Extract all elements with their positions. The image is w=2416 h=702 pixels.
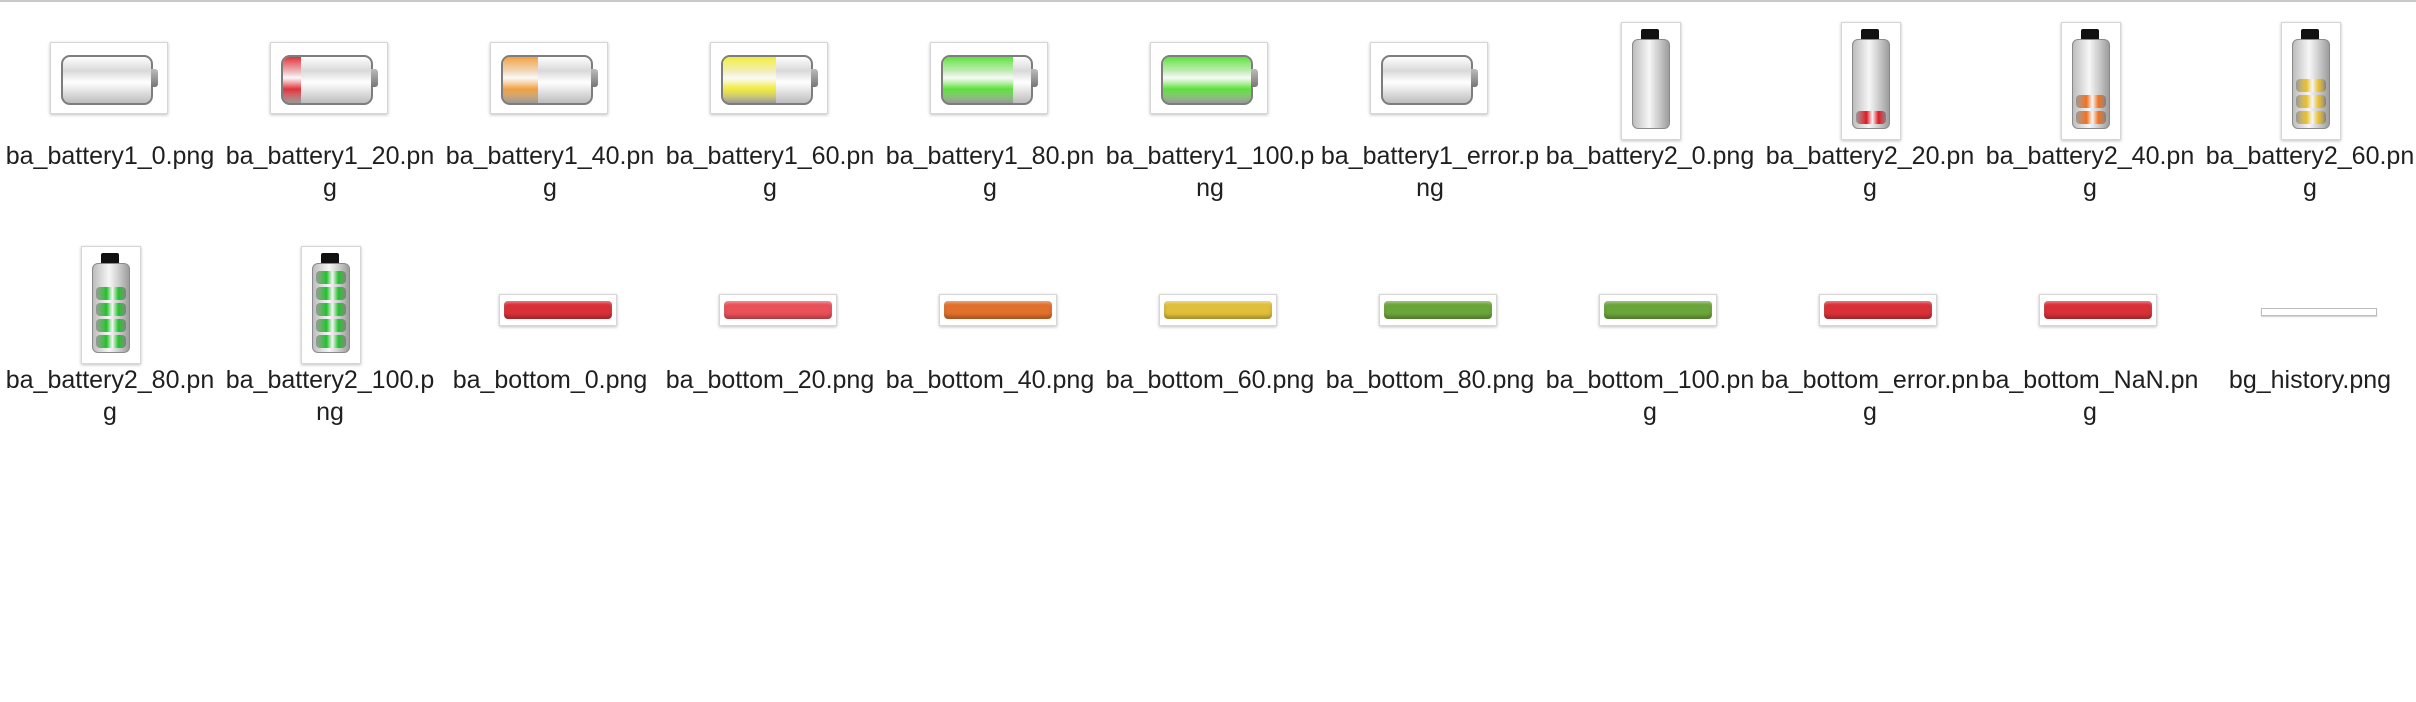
file-name-label: ba_battery1_60.png	[665, 142, 875, 202]
file-item[interactable]: ba_bottom_NaN.png	[1980, 224, 2200, 444]
file-name-label: ba_bottom_100.png	[1545, 366, 1755, 426]
file-name-label: ba_battery1_40.png	[445, 142, 655, 202]
file-name-label: ba_bottom_60.png	[1105, 366, 1315, 394]
status-bar-icon	[1159, 294, 1277, 326]
file-item[interactable]: ba_bottom_100.png	[1540, 224, 1760, 444]
file-thumbnail-area	[220, 224, 440, 364]
battery-horizontal-icon	[490, 42, 608, 114]
file-item[interactable]: ba_bottom_20.png	[660, 224, 880, 444]
file-thumbnail-area	[2200, 224, 2416, 364]
file-name-label: ba_bottom_error.png	[1760, 366, 1980, 426]
file-thumbnail-area	[1540, 224, 1760, 364]
file-name-label: ba_battery2_100.png	[225, 366, 435, 426]
battery-vertical-icon	[2061, 22, 2121, 140]
file-name-label: ba_battery2_0.png	[1545, 142, 1755, 170]
file-thumbnail-area	[660, 224, 880, 364]
file-name-label: ba_bottom_20.png	[665, 366, 875, 394]
file-thumbnail-area	[0, 0, 220, 140]
file-thumbnail-area	[880, 224, 1100, 364]
file-name-label: ba_battery1_0.png	[5, 142, 215, 170]
file-item[interactable]: ba_battery1_80.png	[880, 0, 1100, 220]
file-name-label: ba_battery2_60.png	[2205, 142, 2415, 202]
status-bar-icon	[939, 294, 1057, 326]
file-thumbnail-area	[1540, 0, 1760, 140]
file-item[interactable]: ba_battery2_0.png	[1540, 0, 1760, 220]
file-thumbnail-area	[2200, 0, 2416, 140]
file-name-label: ba_battery1_80.png	[885, 142, 1095, 202]
file-thumbnail-area	[1760, 224, 1980, 364]
file-name-label: ba_bottom_80.png	[1325, 366, 1535, 394]
file-item[interactable]: ba_bottom_0.png	[440, 224, 660, 444]
file-item[interactable]: bg_history.png	[2200, 224, 2416, 444]
file-item[interactable]: ba_bottom_60.png	[1100, 224, 1320, 444]
file-thumbnail-area	[220, 0, 440, 140]
file-thumbnail-area	[1100, 0, 1320, 140]
file-thumbnail-area	[1760, 0, 1980, 140]
file-name-label: ba_battery1_error.png	[1320, 142, 1540, 202]
battery-horizontal-icon	[1370, 42, 1488, 114]
file-item[interactable]: ba_bottom_40.png	[880, 224, 1100, 444]
file-name-label: ba_battery1_20.png	[225, 142, 435, 202]
file-item[interactable]: ba_bottom_80.png	[1320, 224, 1540, 444]
file-item[interactable]: ba_battery2_100.png	[220, 224, 440, 444]
file-item[interactable]: ba_battery1_0.png	[0, 0, 220, 220]
file-thumbnail-area	[0, 224, 220, 364]
file-name-label: ba_bottom_NaN.png	[1981, 366, 2199, 426]
status-bar-icon	[719, 294, 837, 326]
file-item[interactable]: ba_battery1_40.png	[440, 0, 660, 220]
file-item[interactable]: ba_battery2_40.png	[1980, 0, 2200, 220]
file-thumbnail-area	[880, 0, 1100, 140]
file-name-label: ba_bottom_40.png	[885, 366, 1095, 394]
file-thumbnail-area	[1320, 224, 1540, 364]
file-name-label: bg_history.png	[2228, 366, 2392, 394]
file-name-label: ba_bottom_0.png	[452, 366, 648, 394]
battery-vertical-icon	[2281, 22, 2341, 140]
file-thumbnail-area	[660, 0, 880, 140]
battery-vertical-icon	[81, 246, 141, 364]
status-bar-icon	[1819, 294, 1937, 326]
status-bar-icon	[2039, 294, 2157, 326]
battery-horizontal-icon	[270, 42, 388, 114]
file-thumbnail-area	[1320, 0, 1540, 140]
battery-horizontal-icon	[50, 42, 168, 114]
status-bar-icon	[499, 294, 617, 326]
file-grid: ba_battery1_0.png ba_battery1_20.png ba_ba…	[0, 0, 2416, 702]
file-item[interactable]: ba_battery2_20.png	[1760, 0, 1980, 220]
file-thumbnail-area	[440, 0, 660, 140]
file-item[interactable]: ba_battery1_20.png	[220, 0, 440, 220]
battery-horizontal-icon	[710, 42, 828, 114]
battery-vertical-icon	[1621, 22, 1681, 140]
file-item[interactable]: ba_battery2_80.png	[0, 224, 220, 444]
file-name-label: ba_battery1_100.png	[1105, 142, 1315, 202]
battery-horizontal-icon	[930, 42, 1048, 114]
status-bar-icon	[1599, 294, 1717, 326]
file-item[interactable]: ba_battery1_60.png	[660, 0, 880, 220]
file-thumbnail-area	[1100, 224, 1320, 364]
file-name-label: ba_battery2_20.png	[1765, 142, 1975, 202]
file-item[interactable]: ba_battery1_error.png	[1320, 0, 1540, 220]
battery-horizontal-icon	[1150, 42, 1268, 114]
file-name-label: ba_battery2_40.png	[1985, 142, 2195, 202]
file-name-label: ba_battery2_80.png	[5, 366, 215, 426]
file-item[interactable]: ba_battery1_100.png	[1100, 0, 1320, 220]
file-thumbnail-area	[440, 224, 660, 364]
status-bar-icon	[1379, 294, 1497, 326]
battery-vertical-icon	[1841, 22, 1901, 140]
battery-vertical-icon	[301, 246, 361, 364]
history-background-icon	[2261, 308, 2377, 316]
file-item[interactable]: ba_battery2_60.png	[2200, 0, 2416, 220]
file-item[interactable]: ba_bottom_error.png	[1760, 224, 1980, 444]
file-thumbnail-area	[1980, 224, 2200, 364]
file-thumbnail-area	[1980, 0, 2200, 140]
